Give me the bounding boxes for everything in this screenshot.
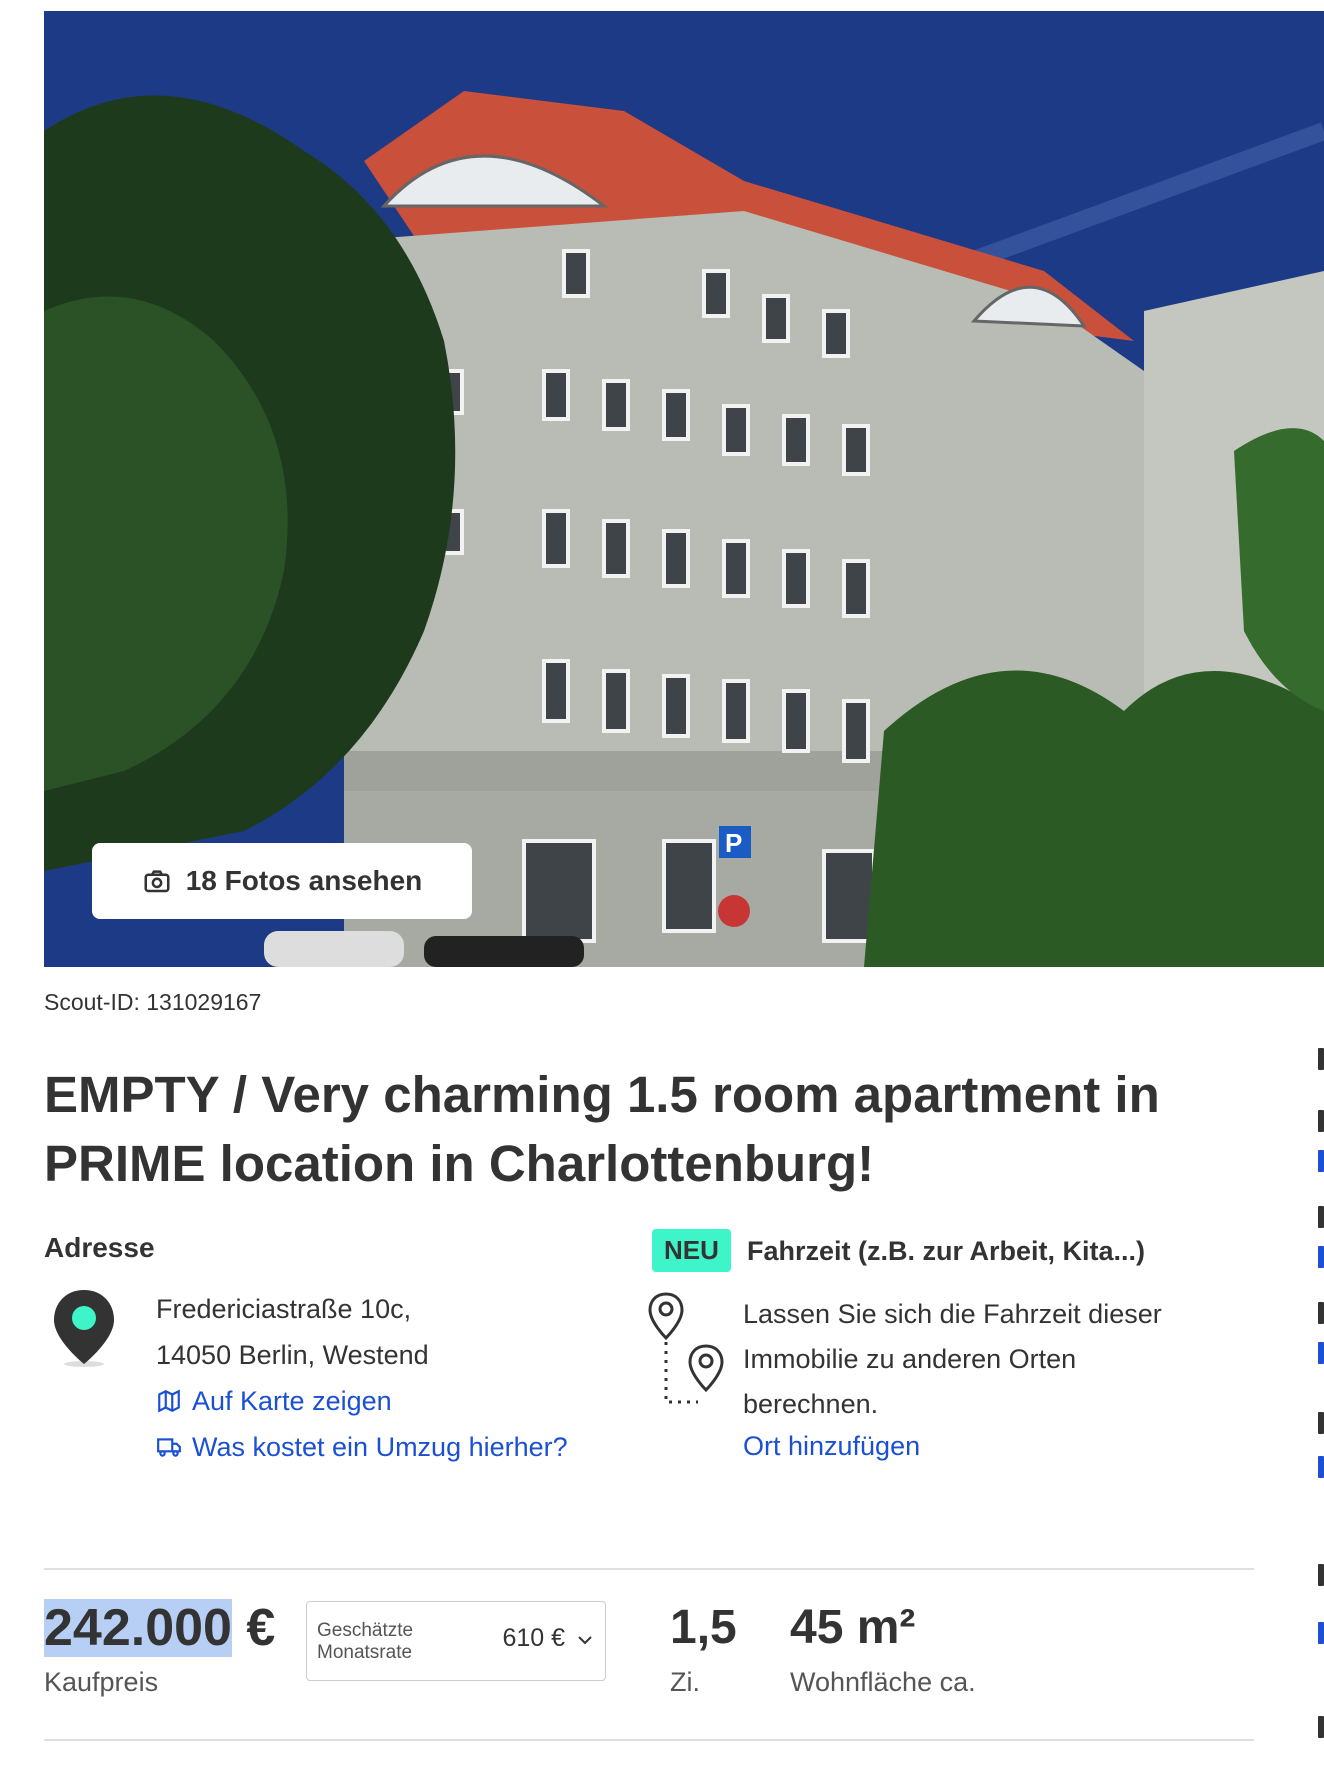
sidebar-fragment	[1318, 1412, 1324, 1434]
camera-icon	[144, 870, 170, 893]
monthly-rate-dropdown[interactable]: Geschätzte Monatsrate 610 €	[306, 1601, 606, 1681]
new-badge: NEU	[652, 1229, 731, 1272]
truck-icon	[157, 1438, 181, 1457]
sidebar-fragment	[1318, 1302, 1324, 1324]
travel-time-heading: Fahrzeit (z.B. zur Arbeit, Kita...)	[747, 1236, 1146, 1266]
sidebar-fragment	[1318, 1622, 1324, 1644]
sidebar-fragment	[1318, 1206, 1324, 1228]
map-icon	[158, 1389, 180, 1413]
travel-time-description: Lassen Sie sich die Fahrzeit dieser Immo…	[743, 1299, 1162, 1419]
show-on-map-link[interactable]: Auf Karte zeigen	[156, 1378, 568, 1424]
moving-cost-link[interactable]: Was kostet ein Umzug hierher?	[156, 1424, 568, 1470]
monthly-rate-label: Geschätzte Monatsrate	[317, 1620, 414, 1663]
address-street: Fredericiastraße 10c,	[156, 1294, 412, 1324]
building-photo: P	[44, 11, 1324, 967]
add-location-link[interactable]: Ort hinzufügen	[743, 1431, 920, 1462]
sidebar-fragment	[1318, 1716, 1324, 1738]
sidebar-fragment	[1318, 1110, 1324, 1132]
sidebar-fragment	[1318, 1456, 1324, 1478]
view-photos-button[interactable]: 18 Fotos ansehen	[92, 843, 472, 919]
rooms-value: 1,5	[670, 1601, 737, 1654]
divider-bottom	[44, 1739, 1254, 1741]
sidebar-fragment	[1318, 1048, 1324, 1070]
purchase-price: 242.000 €	[44, 1598, 275, 1658]
address-block: Fredericiastraße 10c, 14050 Berlin, West…	[156, 1286, 568, 1470]
photo-gallery[interactable]: P 18 Fotos ansehen	[44, 11, 1324, 967]
listing-title: EMPTY / Very charming 1.5 room apartment…	[44, 1066, 1160, 1192]
chevron-down-icon	[578, 1636, 592, 1645]
price-currency: €	[246, 1599, 276, 1657]
monthly-rate-value: 610 €	[502, 1624, 565, 1652]
sidebar-fragment	[1318, 1246, 1324, 1268]
living-area-label: Wohnfläche ca.	[790, 1667, 976, 1697]
scout-id: Scout-ID: 131029167	[44, 989, 262, 1015]
living-area-value: 45 m²	[790, 1601, 916, 1654]
sidebar-fragment	[1318, 1342, 1324, 1364]
svg-text:P: P	[725, 828, 742, 858]
address-city: 14050 Berlin, Westend	[156, 1340, 429, 1370]
show-on-map-label: Auf Karte zeigen	[192, 1386, 392, 1416]
map-pin-icon	[54, 1290, 114, 1367]
sidebar-fragment	[1318, 1564, 1324, 1586]
view-photos-label: 18 Fotos ansehen	[185, 865, 423, 896]
moving-cost-label: Was kostet ein Umzug hierher?	[192, 1432, 568, 1462]
rooms-label: Zi.	[670, 1667, 700, 1697]
address-heading: Adresse	[44, 1232, 155, 1263]
price-label: Kaufpreis	[44, 1667, 159, 1697]
divider-top	[44, 1568, 1254, 1570]
price-value[interactable]: 242.000	[44, 1599, 232, 1657]
sidebar-fragment	[1318, 1150, 1324, 1172]
route-pins-icon	[648, 1292, 724, 1404]
